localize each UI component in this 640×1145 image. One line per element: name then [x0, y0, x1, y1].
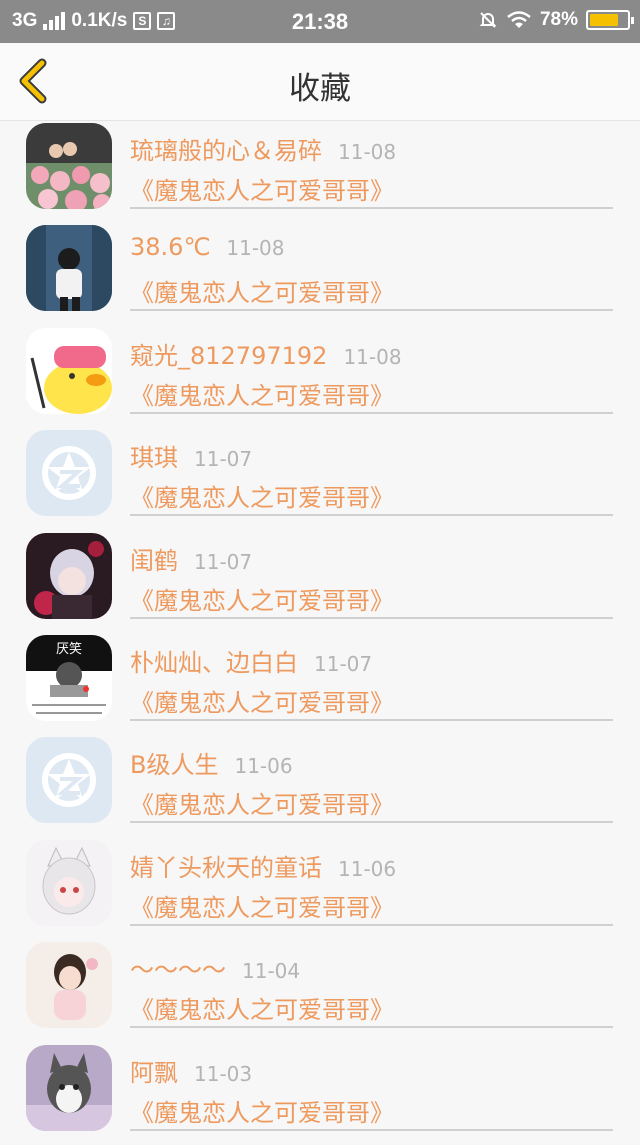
list-item-text: 38.6℃ 11-08 《魔鬼恋人之可爱哥哥》 [130, 223, 613, 312]
item-date: 11-08 [338, 140, 397, 164]
status-bar: 3G 0.1K/s S ♫ 21:38 78% [0, 0, 640, 43]
list-item-header: 朴灿灿、边白白 11-07 [130, 643, 372, 678]
list-item[interactable]: ～～～～ 11-04 《魔鬼恋人之可爱哥哥》 [0, 940, 640, 1042]
battery-percent: 78% [539, 9, 578, 30]
item-date: 11-07 [194, 549, 253, 574]
user-name[interactable]: 琪琪 [130, 444, 178, 472]
story-title[interactable]: 《魔鬼恋人之可爱哥哥》 [130, 376, 394, 411]
avatar[interactable] [26, 942, 112, 1029]
list-item-text: B级人生 11-06 《魔鬼恋人之可爱哥哥》 [130, 735, 613, 824]
list-item-text: 朴灿灿、边白白 11-07 《魔鬼恋人之可爱哥哥》 [130, 633, 613, 721]
list-item[interactable]: 闺鹤 11-07 《魔鬼恋人之可爱哥哥》 [0, 531, 640, 633]
item-date: 11-07 [314, 651, 373, 676]
list-item-header: 婧丫头秋天的童话 11-06 [130, 848, 396, 883]
avatar[interactable]: 厌笑 [26, 634, 112, 721]
avatar[interactable] [26, 1044, 112, 1131]
list-item-header: 琉璃般的心＆易碎 11-08 [130, 131, 396, 166]
list-item-text: ～～～～ 11-04 《魔鬼恋人之可爱哥哥》 [130, 940, 613, 1029]
list-item-text: 窥光_812797192 11-08 《魔鬼恋人之可爱哥哥》 [130, 326, 613, 414]
story-title[interactable]: 《魔鬼恋人之可爱哥哥》 [130, 683, 394, 718]
item-date: 11-03 [194, 1061, 253, 1086]
item-date: 11-07 [194, 447, 253, 472]
story-title[interactable]: 《魔鬼恋人之可爱哥哥》 [130, 990, 394, 1025]
avatar[interactable] [26, 430, 112, 517]
avatar[interactable] [26, 327, 112, 414]
list-item[interactable]: 窥光_812797192 11-08 《魔鬼恋人之可爱哥哥》 [0, 326, 640, 428]
avatar[interactable] [26, 737, 112, 824]
user-name[interactable]: ～～～～ [130, 956, 226, 984]
story-title[interactable]: 《魔鬼恋人之可爱哥哥》 [130, 171, 394, 206]
story-title[interactable]: 《魔鬼恋人之可爱哥哥》 [130, 581, 394, 616]
list-item[interactable]: B级人生 11-06 《魔鬼恋人之可爱哥哥》 [0, 735, 640, 837]
avatar[interactable] [26, 839, 112, 926]
list-item[interactable]: 38.6℃ 11-08 《魔鬼恋人之可爱哥哥》 [0, 223, 640, 325]
avatar[interactable] [26, 225, 112, 312]
item-date: 11-04 [242, 959, 301, 984]
list-item-header: 闺鹤 11-07 [130, 541, 252, 576]
list-item-header: ～～～～ 11-04 [130, 950, 300, 985]
svg-text:厌笑: 厌笑 [56, 641, 82, 657]
story-title[interactable]: 《魔鬼恋人之可爱哥哥》 [130, 888, 394, 923]
list-item-header: 38.6℃ 11-08 [130, 233, 285, 261]
avatar[interactable] [26, 123, 112, 209]
list-item-text: 琪琪 11-07 《魔鬼恋人之可爱哥哥》 [130, 428, 613, 517]
list-item[interactable]: 琪琪 11-07 《魔鬼恋人之可爱哥哥》 [0, 428, 640, 530]
list-item-header: 窥光_812797192 11-08 [130, 336, 402, 371]
list-item-header: B级人生 11-06 [130, 745, 293, 780]
user-name[interactable]: B级人生 [130, 751, 218, 779]
item-date: 11-08 [226, 236, 285, 261]
list-item[interactable]: 厌笑 朴灿灿、边白白 11-07 《魔鬼恋人之可爱哥哥》 [0, 633, 640, 735]
list-item-text: 阿飘 11-03 《魔鬼恋人之可爱哥哥》 [130, 1043, 613, 1131]
user-name[interactable]: 琉璃般的心＆易碎 [130, 137, 322, 165]
item-date: 11-06 [338, 856, 397, 881]
list-item-text: 琉璃般的心＆易碎 11-08 《魔鬼恋人之可爱哥哥》 [130, 121, 613, 209]
user-name[interactable]: 婧丫头秋天的童话 [130, 854, 322, 882]
list-item[interactable]: 阿飘 11-03 《魔鬼恋人之可爱哥哥》 [0, 1043, 640, 1145]
story-title[interactable]: 《魔鬼恋人之可爱哥哥》 [130, 478, 394, 513]
list-item-text: 婧丫头秋天的童话 11-06 《魔鬼恋人之可爱哥哥》 [130, 838, 613, 926]
nav-bar: 收藏 [0, 43, 640, 121]
status-right: 78% [478, 9, 634, 31]
story-title[interactable]: 《魔鬼恋人之可爱哥哥》 [130, 785, 394, 820]
list-item[interactable]: 琉璃般的心＆易碎 11-08 《魔鬼恋人之可爱哥哥》 [0, 121, 640, 223]
list-item[interactable]: 婧丫头秋天的童话 11-06 《魔鬼恋人之可爱哥哥》 [0, 838, 640, 940]
user-name[interactable]: 窥光_812797192 [130, 342, 327, 370]
page-title: 收藏 [289, 71, 351, 107]
user-name[interactable]: 阿飘 [130, 1059, 178, 1087]
item-date: 11-08 [343, 344, 402, 369]
avatar[interactable] [26, 532, 112, 619]
mute-bell-icon [479, 12, 497, 28]
list-item-header: 阿飘 11-03 [130, 1053, 252, 1088]
wifi-icon [507, 11, 531, 28]
user-name[interactable]: 闺鹤 [130, 547, 178, 575]
story-title[interactable]: 《魔鬼恋人之可爱哥哥》 [130, 273, 394, 308]
battery-icon [586, 10, 634, 30]
user-name[interactable]: 38.6℃ [130, 233, 210, 261]
list-item-header: 琪琪 11-07 [130, 438, 252, 473]
user-name[interactable]: 朴灿灿、边白白 [130, 649, 298, 677]
favorites-list: 琉璃般的心＆易碎 11-08 《魔鬼恋人之可爱哥哥》 38.6℃ 11-08 《魔鬼恋人之… [0, 121, 640, 1145]
list-item-text: 闺鹤 11-07 《魔鬼恋人之可爱哥哥》 [130, 531, 613, 619]
story-title[interactable]: 《魔鬼恋人之可爱哥哥》 [130, 1093, 394, 1128]
item-date: 11-06 [234, 754, 293, 779]
